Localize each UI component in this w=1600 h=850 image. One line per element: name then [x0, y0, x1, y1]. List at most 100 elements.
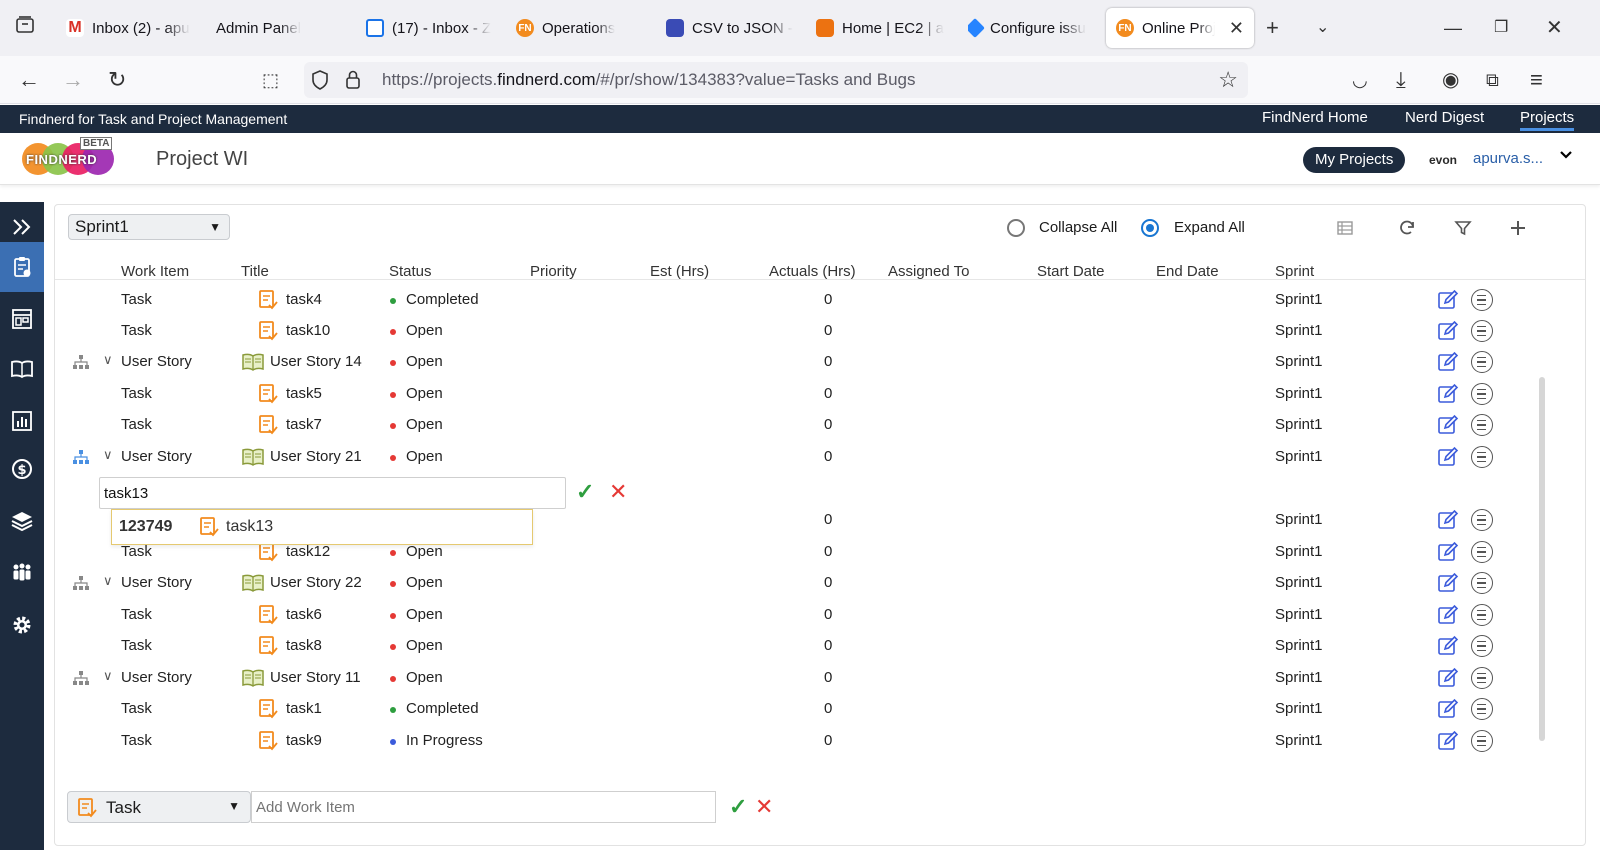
- row-menu-icon[interactable]: [1471, 572, 1493, 594]
- row-menu-icon[interactable]: [1471, 351, 1493, 373]
- window-close-icon[interactable]: ✕: [1546, 14, 1563, 42]
- table-row[interactable]: ∨ User Story User Story 22 Open 0 Sprint1: [55, 568, 1547, 598]
- hierarchy-icon[interactable]: [73, 450, 89, 464]
- cell-title[interactable]: task4: [286, 291, 322, 308]
- column-header-start-date[interactable]: Start Date: [1037, 263, 1105, 280]
- cell-title[interactable]: User Story 22: [270, 574, 362, 591]
- bookmark-star-icon[interactable]: ☆: [1218, 67, 1238, 93]
- add-work-item-input[interactable]: [251, 791, 716, 823]
- cell-title[interactable]: task10: [286, 322, 330, 339]
- sidebar-item-reports[interactable]: [0, 396, 44, 446]
- edit-icon[interactable]: [1437, 289, 1459, 311]
- findnerd-logo[interactable]: BETA FINDNERD: [22, 137, 118, 179]
- nav-findnerd-home[interactable]: FindNerd Home: [1262, 109, 1368, 126]
- table-row[interactable]: Task task10 Open 0 Sprint1: [55, 316, 1547, 346]
- chevron-down-icon[interactable]: ⌄: [1316, 14, 1329, 42]
- cell-title[interactable]: task8: [286, 637, 322, 654]
- column-header-status[interactable]: Status: [389, 263, 432, 280]
- edit-icon[interactable]: [1437, 698, 1459, 720]
- row-menu-icon[interactable]: [1471, 289, 1493, 311]
- work-item-type-select[interactable]: Task ▼: [67, 791, 251, 823]
- edit-icon[interactable]: [1437, 667, 1459, 689]
- column-header-title[interactable]: Title: [241, 263, 269, 280]
- reload-icon[interactable]: ↻: [108, 66, 126, 94]
- filter-icon[interactable]: [1453, 218, 1473, 238]
- autocomplete-suggestion[interactable]: 123749 task13: [111, 509, 533, 545]
- account-icon[interactable]: ◉: [1442, 66, 1459, 94]
- expand-all-label[interactable]: Expand All: [1174, 219, 1245, 236]
- nav-nerd-digest[interactable]: Nerd Digest: [1405, 109, 1484, 126]
- table-row[interactable]: ∨ User Story User Story 11 Open 0 Sprint1: [55, 663, 1547, 693]
- sidebar-item-board[interactable]: [0, 294, 44, 344]
- cell-title[interactable]: task9: [286, 732, 322, 749]
- my-projects-button[interactable]: My Projects: [1303, 147, 1406, 173]
- row-menu-icon[interactable]: [1471, 509, 1493, 531]
- sidebar-item-tasks[interactable]: [0, 242, 44, 292]
- close-icon[interactable]: ✕: [1229, 18, 1244, 39]
- confirm-check-icon[interactable]: ✓: [729, 796, 751, 818]
- table-row[interactable]: Task task1 Completed 0 Sprint1: [55, 694, 1547, 724]
- hierarchy-icon[interactable]: [73, 576, 89, 590]
- edit-icon[interactable]: [1437, 604, 1459, 626]
- row-menu-icon[interactable]: [1471, 541, 1493, 563]
- edit-icon[interactable]: [1437, 383, 1459, 405]
- row-menu-icon[interactable]: [1471, 320, 1493, 342]
- cell-title[interactable]: User Story 11: [270, 669, 361, 686]
- browser-tab-ec2[interactable]: Home | EC2 | a: [816, 8, 946, 48]
- table-row[interactable]: Task task7 Open 0 Sprint1: [55, 410, 1547, 440]
- row-menu-icon[interactable]: [1471, 604, 1493, 626]
- forward-arrow-icon[interactable]: →: [62, 66, 84, 94]
- edit-icon[interactable]: [1437, 572, 1459, 594]
- edit-icon[interactable]: [1437, 730, 1459, 752]
- table-row[interactable]: Task task8 Open 0 Sprint1: [55, 631, 1547, 661]
- sidebar-item-billing[interactable]: $: [0, 444, 44, 494]
- edit-icon[interactable]: [1437, 446, 1459, 468]
- sidebar-item-layers[interactable]: [0, 496, 44, 546]
- chevron-down-icon[interactable]: ∨: [103, 668, 113, 684]
- edit-icon[interactable]: [1437, 414, 1459, 436]
- add-icon[interactable]: [1508, 218, 1528, 238]
- sidebar-item-stories[interactable]: [0, 344, 44, 394]
- address-bar[interactable]: https://projects.findnerd.com/#/pr/show/…: [304, 62, 1248, 98]
- browser-tab-csv-to-json[interactable]: CSV to JSON -: [666, 8, 796, 48]
- table-row[interactable]: Task task4 Completed 0 Sprint1: [55, 285, 1547, 315]
- url-text[interactable]: https://projects.findnerd.com/#/pr/show/…: [382, 70, 915, 90]
- table-row[interactable]: Task task5 Open 0 Sprint1: [55, 379, 1547, 409]
- column-header-end-date[interactable]: End Date: [1156, 263, 1219, 280]
- table-row[interactable]: Task task6 Open 0 Sprint1: [55, 600, 1547, 630]
- username[interactable]: apurva.s...: [1473, 150, 1543, 167]
- hierarchy-icon[interactable]: [73, 355, 89, 369]
- cell-title[interactable]: task6: [286, 606, 322, 623]
- row-menu-icon[interactable]: [1471, 383, 1493, 405]
- refresh-icon[interactable]: [1397, 218, 1417, 238]
- cell-title[interactable]: task12: [286, 543, 330, 560]
- table-row[interactable]: Task task9 In Progress 0 Sprint1: [55, 726, 1547, 756]
- tab-overview-icon[interactable]: [14, 14, 36, 43]
- vertical-scrollbar[interactable]: [1539, 377, 1545, 741]
- edit-icon[interactable]: [1437, 351, 1459, 373]
- column-header-sprint[interactable]: Sprint: [1275, 263, 1314, 280]
- cancel-x-icon[interactable]: ✕: [755, 796, 777, 818]
- row-menu-icon[interactable]: [1471, 414, 1493, 436]
- edit-icon[interactable]: [1437, 320, 1459, 342]
- sidebar-item-team[interactable]: [0, 548, 44, 598]
- browser-tab-gmail[interactable]: M Inbox (2) - apu: [66, 8, 196, 48]
- pocket-icon[interactable]: ◡: [1352, 66, 1368, 94]
- cell-title[interactable]: task7: [286, 416, 322, 433]
- column-header-assigned-to[interactable]: Assigned To: [888, 263, 969, 280]
- collapse-all-label[interactable]: Collapse All: [1039, 219, 1117, 236]
- column-header-priority[interactable]: Priority: [530, 263, 577, 280]
- browser-tab-configure-issue[interactable]: Configure issu: [968, 8, 1098, 48]
- screenshot-icon[interactable]: ⬚: [262, 66, 279, 94]
- row-menu-icon[interactable]: [1471, 635, 1493, 657]
- restore-icon[interactable]: ❐: [1494, 14, 1508, 42]
- table-row[interactable]: ∨ User Story User Story 21 Open 0 Sprint1: [55, 442, 1547, 472]
- cell-title[interactable]: task5: [286, 385, 322, 402]
- back-arrow-icon[interactable]: ←: [18, 66, 40, 94]
- row-menu-icon[interactable]: [1471, 730, 1493, 752]
- row-menu-icon[interactable]: [1471, 667, 1493, 689]
- confirm-check-icon[interactable]: ✓: [576, 481, 598, 503]
- cell-title[interactable]: task1: [286, 700, 322, 717]
- browser-tab-zoho-inbox[interactable]: (17) - Inbox - Z: [366, 8, 496, 48]
- browser-tab-online-project[interactable]: FN Online Proje ✕: [1106, 8, 1254, 48]
